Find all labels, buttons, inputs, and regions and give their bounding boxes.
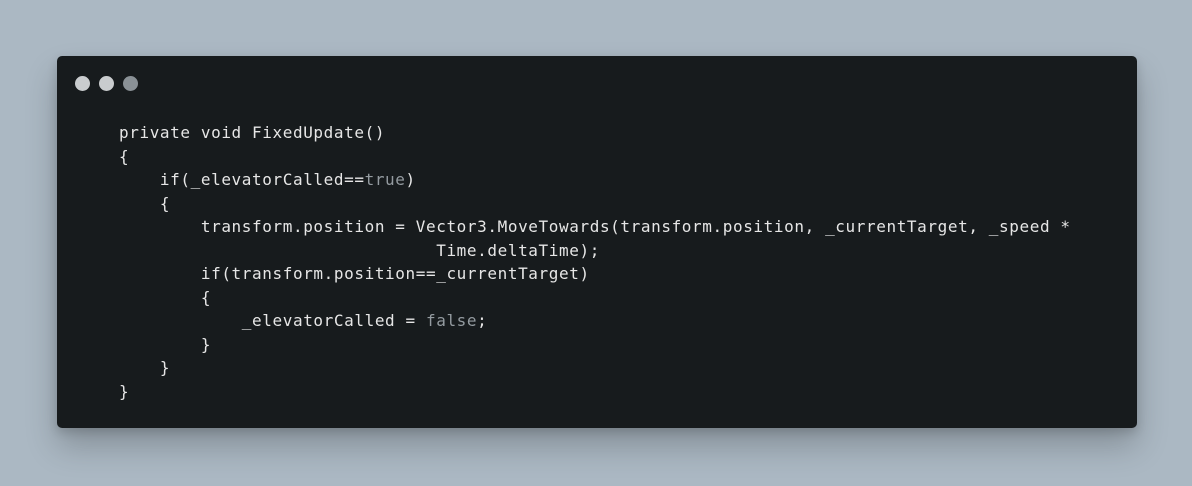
code-block: private void FixedUpdate() { if(_elevator… (119, 121, 1071, 403)
code-line: } (119, 381, 130, 401)
boolean-literal: true (364, 170, 406, 189)
close-dot-icon[interactable] (75, 76, 90, 91)
code-line: _elevatorCalled = false; (119, 311, 488, 330)
code-line: } (119, 334, 212, 354)
code-line: transform.position = Vector3.MoveTowards… (119, 217, 1071, 236)
minimize-dot-icon[interactable] (99, 76, 114, 91)
code-line: } (119, 358, 171, 377)
code-line: { (119, 146, 130, 166)
code-line: { (119, 193, 171, 213)
code-line: if(_elevatorCalled==true) (119, 170, 416, 189)
code-line: { (119, 287, 212, 307)
page-background: { "window": { "title_dots": [ {"name": "… (0, 0, 1192, 486)
code-window: private void FixedUpdate() { if(_elevator… (57, 56, 1137, 428)
code-line: Time.deltaTime); (119, 240, 600, 260)
maximize-dot-icon[interactable] (123, 76, 138, 91)
boolean-literal: false (425, 311, 478, 330)
code-line: private void FixedUpdate() (119, 123, 386, 142)
code-line: if(transform.position==_currentTarget) (119, 264, 590, 283)
